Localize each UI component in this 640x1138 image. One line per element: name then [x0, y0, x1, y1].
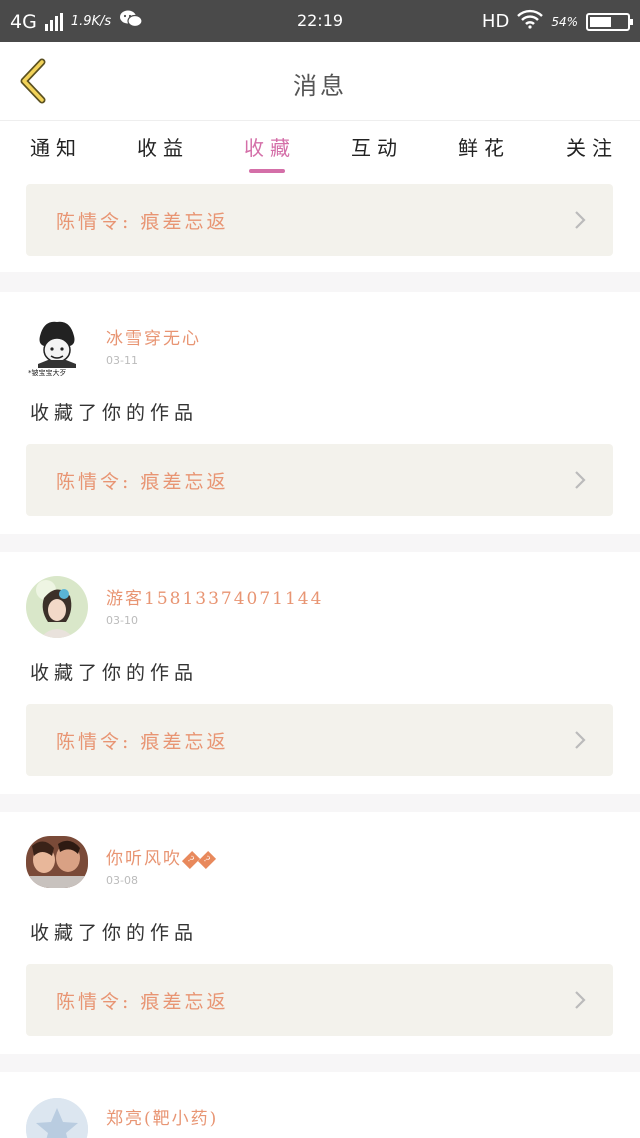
- tab-notifications[interactable]: 通知: [30, 132, 82, 161]
- username[interactable]: 你听风吹??: [106, 844, 217, 869]
- chevron-right-icon: [575, 471, 586, 489]
- battery-icon: [586, 12, 633, 31]
- tab-bar: 通知 收益 收藏 互动 鲜花 关注: [0, 120, 640, 182]
- status-right: HD 54%: [481, 9, 633, 34]
- unknown-glyph-icon: ?: [181, 850, 201, 869]
- photo-avatar-image: [26, 836, 88, 888]
- avatar-caption: *铍宝宝大歹: [28, 369, 67, 377]
- work-title: 陈情令: 痕差忘返: [56, 991, 229, 1013]
- page-title: 消息: [293, 72, 347, 100]
- battery-percent: 54%: [551, 14, 578, 29]
- action-text: 收藏了你的作品: [30, 402, 199, 424]
- avatar[interactable]: [26, 576, 88, 638]
- chevron-right-icon: [575, 211, 586, 229]
- work-link[interactable]: 陈情令: 痕差忘返: [26, 704, 613, 776]
- default-avatar-icon: [26, 1098, 88, 1138]
- work-link[interactable]: 陈情令: 痕差忘返: [26, 964, 613, 1036]
- action-text: 收藏了你的作品: [30, 922, 199, 944]
- status-bar: 4G 1.9K/s 22:19 HD 54%: [0, 0, 640, 42]
- tab-favorites[interactable]: 收藏: [244, 132, 296, 161]
- notification-card: 你听风吹?? 03-08 收藏了你的作品 陈情令: 痕差忘返: [0, 812, 640, 1054]
- avatar[interactable]: *铍宝宝大歹: [26, 316, 88, 378]
- username[interactable]: 冰雪穿无心: [106, 324, 201, 349]
- notification-card: 郑亮(靶小药): [0, 1072, 640, 1138]
- wifi-icon: [517, 9, 544, 34]
- tab-interactions[interactable]: 互动: [351, 132, 403, 161]
- work-title: 陈情令: 痕差忘返: [56, 471, 229, 493]
- tab-earnings[interactable]: 收益: [137, 132, 189, 161]
- username-text: 你听风吹: [106, 849, 182, 869]
- work-title: 陈情令: 痕差忘返: [56, 731, 229, 753]
- tab-follows[interactable]: 关注: [566, 132, 618, 161]
- username[interactable]: 游客15813374071144: [106, 584, 323, 609]
- date: 03-10: [106, 614, 138, 627]
- chevron-right-icon: [575, 731, 586, 749]
- unknown-glyph-icon: ?: [197, 850, 217, 869]
- header: 消息: [0, 42, 640, 120]
- username[interactable]: 郑亮(靶小药): [106, 1104, 218, 1129]
- work-link[interactable]: 陈情令: 痕差忘返: [26, 184, 613, 256]
- notification-card: *铍宝宝大歹 冰雪穿无心 03-11 收藏了你的作品 陈情令: 痕差忘返: [0, 292, 640, 534]
- date: 03-11: [106, 354, 138, 367]
- tab-flowers[interactable]: 鲜花: [458, 132, 510, 161]
- chevron-right-icon: [575, 991, 586, 1009]
- notification-card-partial: 陈情令: 痕差忘返: [0, 182, 640, 272]
- active-tab-indicator: [249, 169, 285, 173]
- work-link[interactable]: 陈情令: 痕差忘返: [26, 444, 613, 516]
- date: 03-08: [106, 874, 138, 887]
- action-text: 收藏了你的作品: [30, 662, 199, 684]
- work-title: 陈情令: 痕差忘返: [56, 211, 229, 233]
- hd-label: HD: [481, 11, 510, 32]
- avatar[interactable]: [26, 836, 88, 888]
- avatar[interactable]: [26, 1098, 88, 1138]
- notification-card: 游客15813374071144 03-10 收藏了你的作品 陈情令: 痕差忘返: [0, 552, 640, 794]
- photo-avatar-image: [26, 576, 88, 638]
